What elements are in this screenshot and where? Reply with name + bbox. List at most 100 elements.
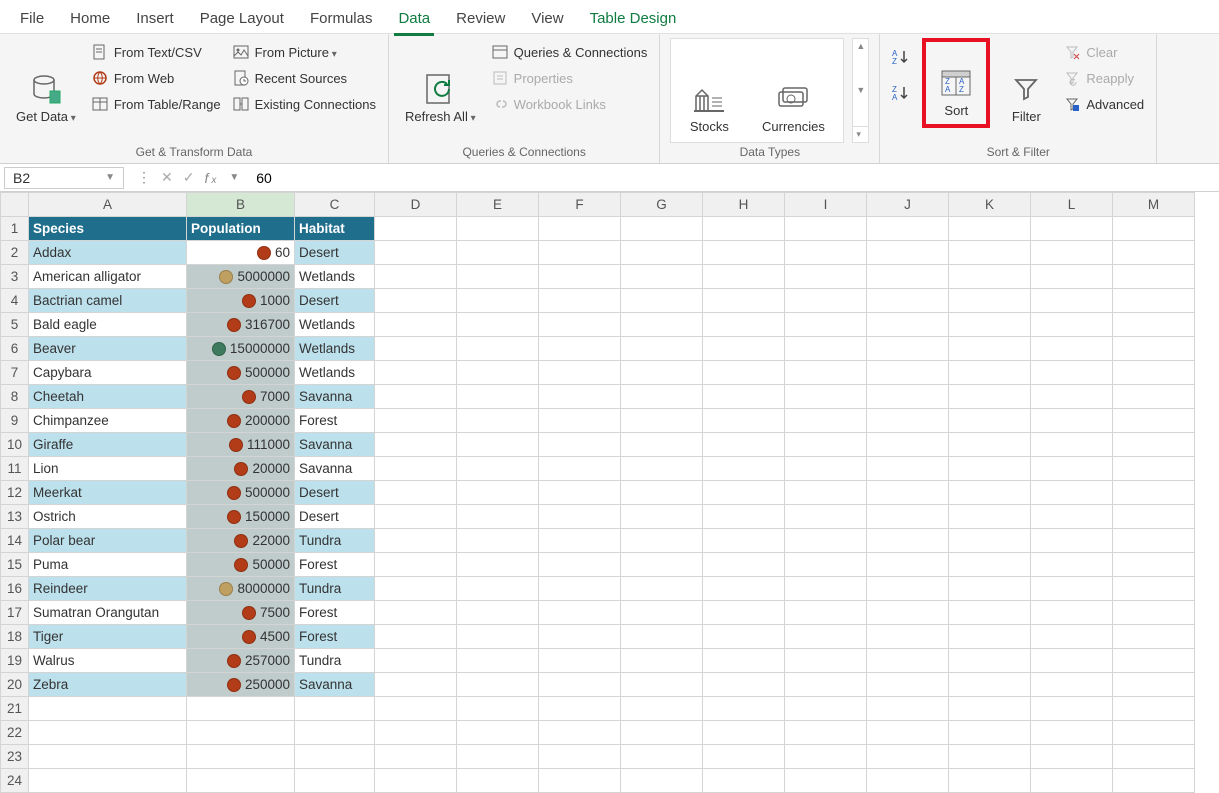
- cell-H2[interactable]: [703, 241, 785, 265]
- col-header-C[interactable]: C: [295, 193, 375, 217]
- col-header-A[interactable]: A: [29, 193, 187, 217]
- cell-M2[interactable]: [1113, 241, 1195, 265]
- cell-K7[interactable]: [949, 361, 1031, 385]
- cell-K6[interactable]: [949, 337, 1031, 361]
- cell-B9[interactable]: 200000: [187, 409, 295, 433]
- col-header-L[interactable]: L: [1031, 193, 1113, 217]
- cell-B1[interactable]: Population: [187, 217, 295, 241]
- cell-E21[interactable]: [457, 697, 539, 721]
- cell-A15[interactable]: Puma: [29, 553, 187, 577]
- cell-K9[interactable]: [949, 409, 1031, 433]
- cell-F9[interactable]: [539, 409, 621, 433]
- cell-J15[interactable]: [867, 553, 949, 577]
- cell-A24[interactable]: [29, 769, 187, 793]
- cell-D8[interactable]: [375, 385, 457, 409]
- cell-I8[interactable]: [785, 385, 867, 409]
- cancel-icon[interactable]: ✕: [158, 169, 176, 186]
- cell-M11[interactable]: [1113, 457, 1195, 481]
- cell-I10[interactable]: [785, 433, 867, 457]
- row-header-15[interactable]: 15: [1, 553, 29, 577]
- cell-E24[interactable]: [457, 769, 539, 793]
- existing-connections-button[interactable]: Existing Connections: [231, 94, 378, 114]
- cell-G24[interactable]: [621, 769, 703, 793]
- cell-B10[interactable]: 111000: [187, 433, 295, 457]
- cell-H21[interactable]: [703, 697, 785, 721]
- menu-page-layout[interactable]: Page Layout: [196, 4, 288, 33]
- cell-A2[interactable]: Addax: [29, 241, 187, 265]
- cell-C21[interactable]: [295, 697, 375, 721]
- cell-C2[interactable]: Desert: [295, 241, 375, 265]
- cell-B8[interactable]: 7000: [187, 385, 295, 409]
- cell-K17[interactable]: [949, 601, 1031, 625]
- cell-A4[interactable]: Bactrian camel: [29, 289, 187, 313]
- cell-K20[interactable]: [949, 673, 1031, 697]
- cell-H20[interactable]: [703, 673, 785, 697]
- cell-G21[interactable]: [621, 697, 703, 721]
- col-header-D[interactable]: D: [375, 193, 457, 217]
- recent-sources-button[interactable]: Recent Sources: [231, 68, 378, 88]
- cell-M7[interactable]: [1113, 361, 1195, 385]
- cell-D6[interactable]: [375, 337, 457, 361]
- cell-A22[interactable]: [29, 721, 187, 745]
- cell-K18[interactable]: [949, 625, 1031, 649]
- cell-G6[interactable]: [621, 337, 703, 361]
- cell-E7[interactable]: [457, 361, 539, 385]
- cell-G19[interactable]: [621, 649, 703, 673]
- cell-B14[interactable]: 22000: [187, 529, 295, 553]
- cell-D3[interactable]: [375, 265, 457, 289]
- cell-E22[interactable]: [457, 721, 539, 745]
- cell-K14[interactable]: [949, 529, 1031, 553]
- cell-M6[interactable]: [1113, 337, 1195, 361]
- cell-M13[interactable]: [1113, 505, 1195, 529]
- cell-J6[interactable]: [867, 337, 949, 361]
- cell-G17[interactable]: [621, 601, 703, 625]
- cell-I17[interactable]: [785, 601, 867, 625]
- sort-button[interactable]: ZAAZ Sort: [928, 44, 984, 122]
- cell-J11[interactable]: [867, 457, 949, 481]
- cell-A14[interactable]: Polar bear: [29, 529, 187, 553]
- cell-K11[interactable]: [949, 457, 1031, 481]
- row-header-2[interactable]: 2: [1, 241, 29, 265]
- row-header-21[interactable]: 21: [1, 697, 29, 721]
- cell-A12[interactable]: Meerkat: [29, 481, 187, 505]
- cell-M8[interactable]: [1113, 385, 1195, 409]
- cell-E5[interactable]: [457, 313, 539, 337]
- cell-B20[interactable]: 250000: [187, 673, 295, 697]
- cell-A7[interactable]: Capybara: [29, 361, 187, 385]
- cell-L24[interactable]: [1031, 769, 1113, 793]
- cell-I21[interactable]: [785, 697, 867, 721]
- cell-C7[interactable]: Wetlands: [295, 361, 375, 385]
- cell-J1[interactable]: [867, 217, 949, 241]
- cell-A21[interactable]: [29, 697, 187, 721]
- cell-F13[interactable]: [539, 505, 621, 529]
- menu-home[interactable]: Home: [66, 4, 114, 33]
- cell-G9[interactable]: [621, 409, 703, 433]
- row-header-23[interactable]: 23: [1, 745, 29, 769]
- cell-H6[interactable]: [703, 337, 785, 361]
- cell-I1[interactable]: [785, 217, 867, 241]
- cell-L14[interactable]: [1031, 529, 1113, 553]
- row-header-14[interactable]: 14: [1, 529, 29, 553]
- cell-J8[interactable]: [867, 385, 949, 409]
- cell-J18[interactable]: [867, 625, 949, 649]
- gallery-more-icon[interactable]: ▾: [853, 126, 868, 142]
- cell-F10[interactable]: [539, 433, 621, 457]
- cell-D4[interactable]: [375, 289, 457, 313]
- cell-H12[interactable]: [703, 481, 785, 505]
- cell-J24[interactable]: [867, 769, 949, 793]
- cell-J13[interactable]: [867, 505, 949, 529]
- menu-review[interactable]: Review: [452, 4, 509, 33]
- cell-G14[interactable]: [621, 529, 703, 553]
- cell-C10[interactable]: Savanna: [295, 433, 375, 457]
- row-header-5[interactable]: 5: [1, 313, 29, 337]
- cell-F1[interactable]: [539, 217, 621, 241]
- row-header-19[interactable]: 19: [1, 649, 29, 673]
- cell-L19[interactable]: [1031, 649, 1113, 673]
- cell-K12[interactable]: [949, 481, 1031, 505]
- cell-H7[interactable]: [703, 361, 785, 385]
- cell-M4[interactable]: [1113, 289, 1195, 313]
- cell-B12[interactable]: 500000: [187, 481, 295, 505]
- cell-E20[interactable]: [457, 673, 539, 697]
- from-picture-button[interactable]: From Picture: [231, 42, 378, 62]
- cell-M20[interactable]: [1113, 673, 1195, 697]
